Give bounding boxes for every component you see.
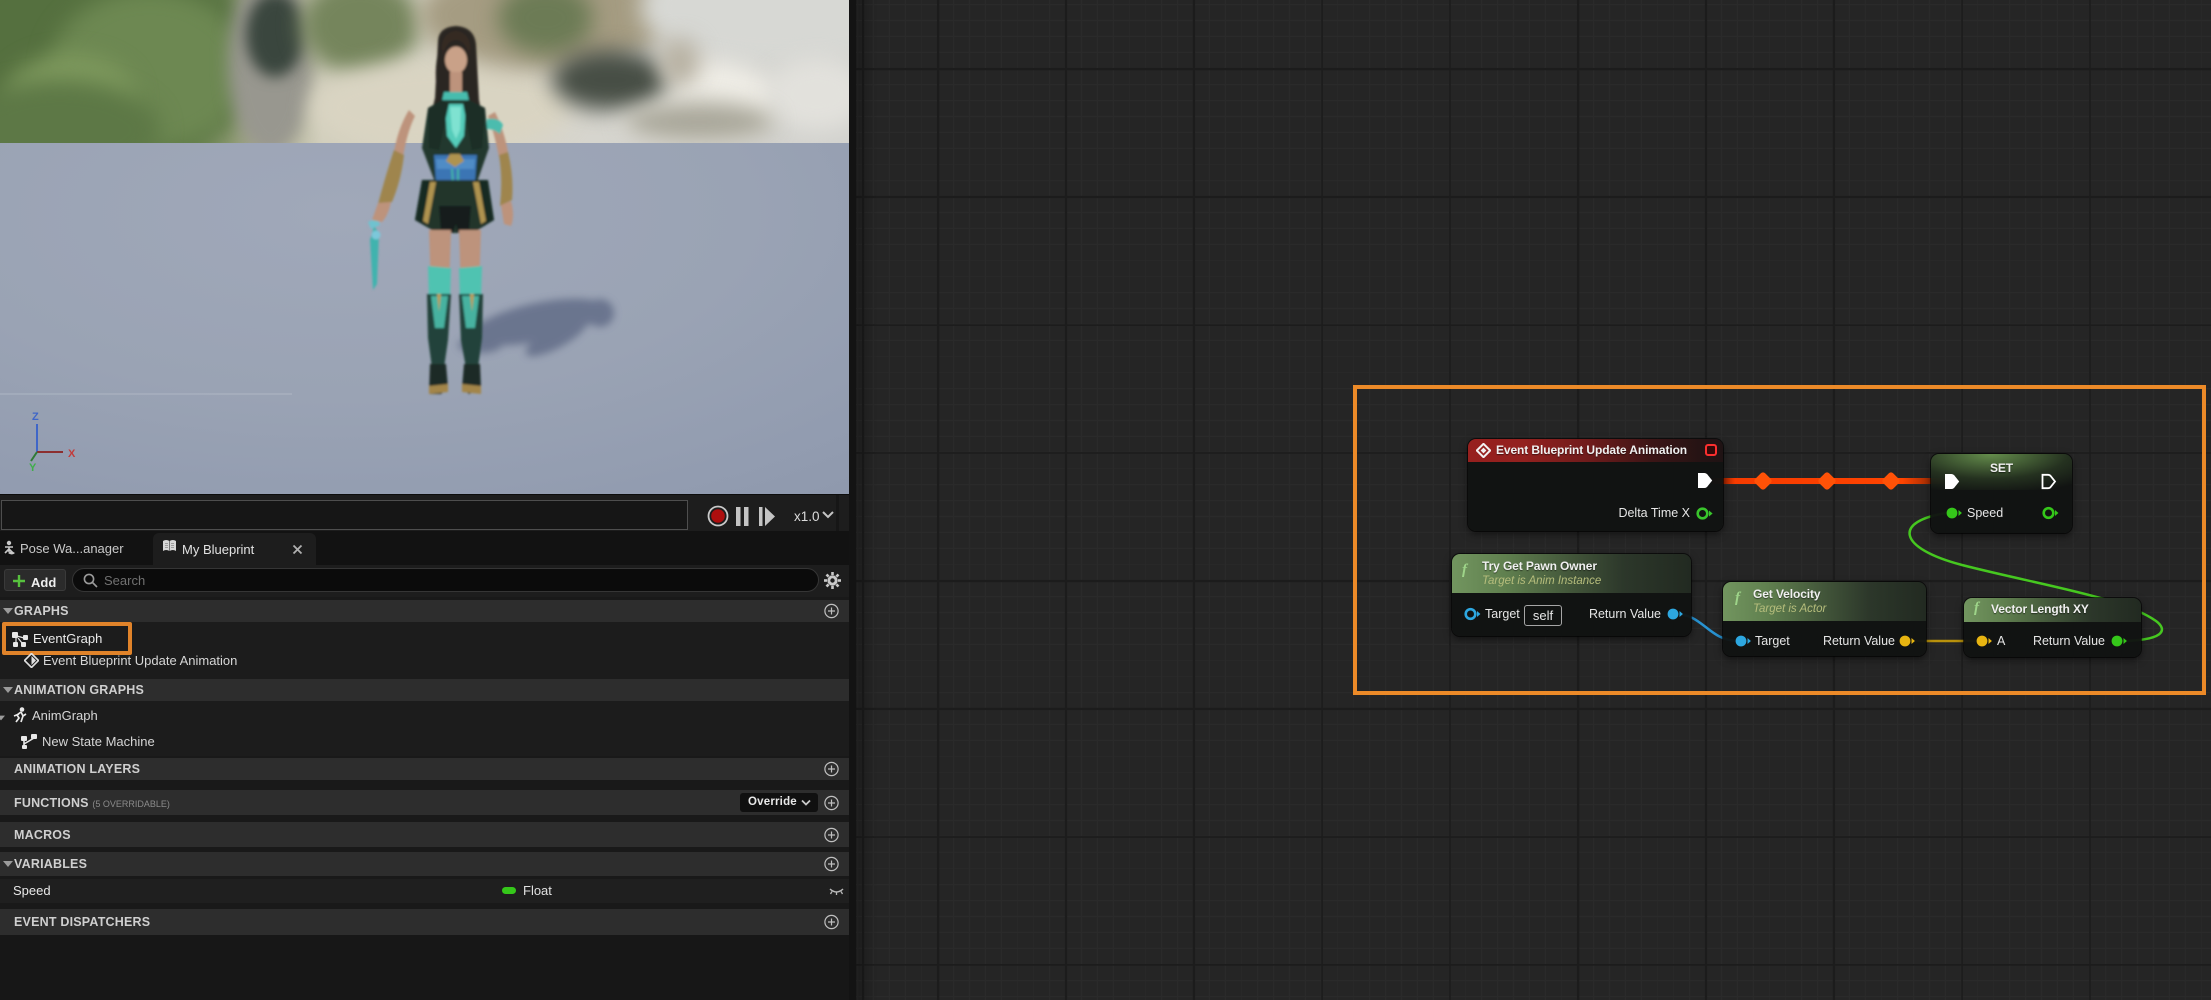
svg-text:x1.0: x1.0 bbox=[794, 509, 820, 524]
svg-text:Z: Z bbox=[32, 411, 39, 423]
svg-text:X: X bbox=[68, 448, 76, 460]
svg-text:Y: Y bbox=[29, 462, 37, 474]
